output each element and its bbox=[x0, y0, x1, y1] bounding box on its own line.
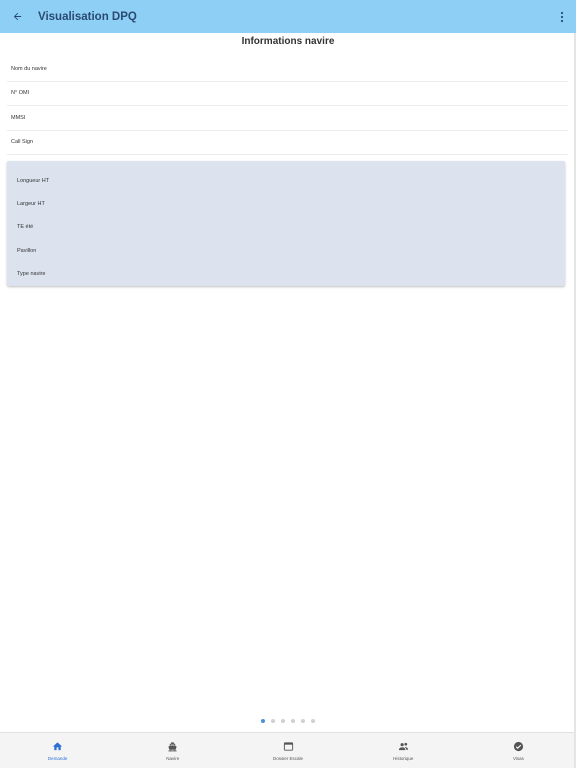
history-icon bbox=[398, 742, 408, 750]
page-title: Visualisation DPQ bbox=[38, 10, 137, 23]
field-label: Pavillon bbox=[17, 247, 37, 254]
field-label: Nom du navire bbox=[11, 65, 47, 72]
field-overall-width[interactable]: Largeur HT bbox=[7, 192, 565, 215]
nav-item-historique[interactable]: Historique bbox=[346, 733, 461, 768]
field-label: MMSI bbox=[11, 114, 26, 121]
field-label: Call Sign bbox=[11, 139, 34, 146]
home-icon bbox=[53, 741, 63, 750]
nav-item-demande[interactable]: Demande bbox=[0, 733, 115, 768]
check-circle-icon bbox=[513, 741, 523, 751]
field-label: Type navire bbox=[17, 271, 46, 278]
nav-label: Dossier Escale bbox=[273, 755, 304, 761]
page-dot[interactable] bbox=[291, 719, 295, 723]
page-dot[interactable] bbox=[311, 719, 315, 723]
bottom-navigation: Demande Navire Dossier Escale Historique… bbox=[0, 732, 576, 768]
nav-item-navire[interactable]: Navire bbox=[115, 733, 230, 768]
field-mmsi[interactable]: MMSI bbox=[7, 106, 568, 131]
field-label: N° OMI bbox=[11, 90, 30, 97]
nav-item-visas[interactable]: Visas bbox=[461, 733, 576, 768]
page-dot[interactable] bbox=[271, 719, 275, 723]
arrow-left-icon bbox=[13, 12, 21, 21]
vessel-info-list: Nom du navire N° OMI MMSI Call Sign bbox=[7, 57, 568, 155]
field-overall-length[interactable]: Longueur HT bbox=[7, 169, 565, 192]
field-flag[interactable]: Pavillon bbox=[7, 239, 565, 262]
field-label: Largeur HT bbox=[17, 201, 45, 208]
nav-label: Navire bbox=[166, 755, 180, 761]
field-label: TE été bbox=[17, 224, 34, 231]
nav-label: Historique bbox=[393, 755, 414, 761]
nav-item-dossier-escale[interactable]: Dossier Escale bbox=[230, 733, 345, 768]
app-bar: Visualisation DPQ bbox=[0, 0, 576, 33]
page-indicator bbox=[0, 719, 576, 723]
field-vessel-type[interactable]: Type navire bbox=[7, 263, 565, 286]
field-call-sign[interactable]: Call Sign bbox=[7, 131, 568, 155]
page-dot[interactable] bbox=[281, 719, 285, 723]
more-vertical-icon bbox=[560, 11, 564, 22]
vessel-dimensions-card: Longueur HT Largeur HT TE été Pavillon T… bbox=[7, 161, 565, 286]
field-vessel-name[interactable]: Nom du navire bbox=[7, 57, 568, 82]
nav-label: Demande bbox=[47, 755, 68, 761]
app-screen: Visualisation DPQ Informations navire No… bbox=[0, 0, 576, 768]
field-label: Longueur HT bbox=[17, 177, 50, 184]
overflow-menu-button[interactable] bbox=[556, 0, 568, 33]
ship-icon bbox=[168, 741, 177, 751]
page-dot-active[interactable] bbox=[261, 719, 265, 723]
nav-label: Visas bbox=[512, 755, 524, 761]
page-dot[interactable] bbox=[301, 719, 305, 723]
field-imo-number[interactable]: N° OMI bbox=[7, 82, 568, 106]
field-summer-draft[interactable]: TE été bbox=[7, 216, 565, 239]
calendar-icon bbox=[283, 741, 293, 751]
back-button[interactable] bbox=[0, 0, 34, 33]
section-title: Informations navire bbox=[241, 36, 335, 47]
